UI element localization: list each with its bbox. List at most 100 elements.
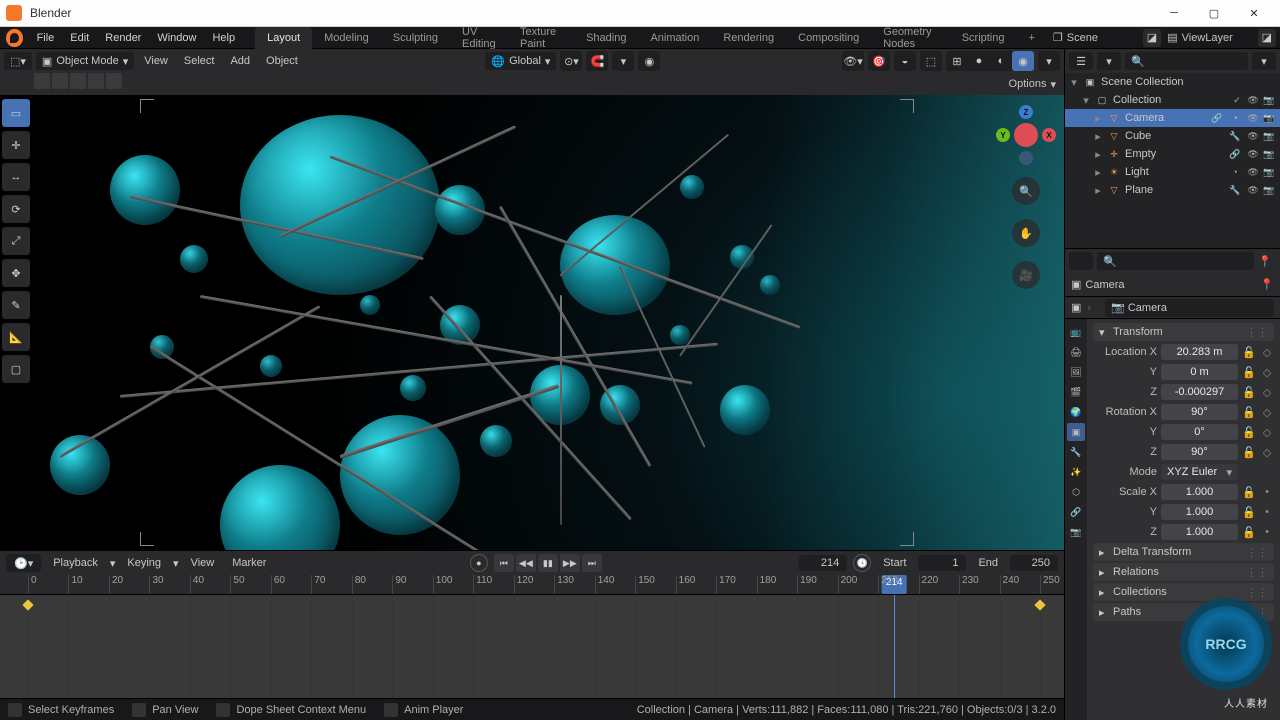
- pivot-point-dropdown[interactable]: ⊙▾: [560, 51, 582, 71]
- tab-scripting[interactable]: Scripting: [950, 27, 1017, 49]
- select-invert[interactable]: [88, 73, 104, 89]
- snap-element-dropdown[interactable]: ▾: [612, 51, 634, 71]
- camera-view-gizmo[interactable]: 🎥: [1012, 261, 1040, 289]
- tl-menu-view[interactable]: View: [185, 557, 221, 569]
- properties-search[interactable]: 🔍: [1097, 252, 1254, 270]
- anim-player-indicator[interactable]: Anim Player: [384, 703, 463, 717]
- select-subtract[interactable]: [70, 73, 86, 89]
- menu-window[interactable]: Window: [149, 27, 204, 48]
- properties-editor-type[interactable]: [1069, 252, 1093, 270]
- tool-scale[interactable]: ⤢: [2, 227, 30, 255]
- tool-transform[interactable]: ✥: [2, 259, 30, 287]
- ptab-constraint[interactable]: 🔗: [1067, 503, 1085, 521]
- ptab-object[interactable]: ▣: [1067, 423, 1085, 441]
- eye-icon[interactable]: 👁: [1246, 147, 1260, 161]
- tool-move[interactable]: ↔: [2, 163, 30, 191]
- ptab-output[interactable]: 🖨: [1067, 343, 1085, 361]
- tool-select-box[interactable]: ▭: [2, 99, 30, 127]
- tab-shading[interactable]: Shading: [574, 27, 638, 49]
- select-set[interactable]: [34, 73, 50, 89]
- pin-icon[interactable]: 📍: [1260, 278, 1274, 291]
- zoom-gizmo[interactable]: 🔍: [1012, 177, 1040, 205]
- tl-menu-marker[interactable]: Marker: [226, 557, 272, 569]
- viewport-menu-object[interactable]: Object: [260, 55, 304, 67]
- tab-geometry-nodes[interactable]: Geometry Nodes: [871, 27, 949, 49]
- proportional-edit-toggle[interactable]: ◉: [638, 51, 660, 71]
- ptab-physics[interactable]: ⬡: [1067, 483, 1085, 501]
- tab-texture-paint[interactable]: Texture Paint: [508, 27, 574, 49]
- panel-collections[interactable]: ▸Collections⋮⋮: [1093, 583, 1274, 601]
- panel-delta-transform[interactable]: ▸Delta Transform⋮⋮: [1093, 543, 1274, 561]
- tool-add-primitive[interactable]: ▢: [2, 355, 30, 383]
- use-preview-range[interactable]: 🕓: [853, 554, 871, 572]
- tab-rendering[interactable]: Rendering: [711, 27, 786, 49]
- select-intersect[interactable]: [106, 73, 122, 89]
- ptab-modifier[interactable]: 🔧: [1067, 443, 1085, 461]
- outliner-display-mode[interactable]: ☰: [1069, 52, 1093, 70]
- auto-keying-toggle[interactable]: ●: [470, 554, 488, 572]
- xray-toggle[interactable]: ⬚: [920, 51, 942, 71]
- ptab-viewlayer[interactable]: 🖼: [1067, 363, 1085, 381]
- play-forward-button[interactable]: ▶▶: [560, 554, 580, 572]
- menu-render[interactable]: Render: [97, 27, 149, 48]
- scene-new-button[interactable]: ◪: [1143, 29, 1161, 47]
- overlays-toggle[interactable]: ◒: [894, 51, 916, 71]
- ptab-particles[interactable]: ✨: [1067, 463, 1085, 481]
- blender-logo-icon[interactable]: [6, 29, 23, 47]
- tl-menu-playback[interactable]: Playback: [47, 557, 104, 569]
- timeline-ruler[interactable]: 214 010203040506070809010011012013014015…: [0, 575, 1064, 595]
- rotation-x-field[interactable]: 90°: [1161, 404, 1238, 420]
- tab-sculpting[interactable]: Sculpting: [381, 27, 450, 49]
- window-minimize-button[interactable]: ─: [1154, 0, 1194, 27]
- pan-gizmo[interactable]: ✋: [1012, 219, 1040, 247]
- start-frame-field[interactable]: 1: [918, 555, 966, 571]
- pause-button[interactable]: ▮▮: [538, 554, 558, 572]
- ptab-scene[interactable]: 🎬: [1067, 383, 1085, 401]
- panel-transform[interactable]: ▾Transform⋮⋮: [1093, 323, 1274, 341]
- menu-help[interactable]: Help: [204, 27, 243, 48]
- tab-compositing[interactable]: Compositing: [786, 27, 871, 49]
- viewport-menu-add[interactable]: Add: [224, 55, 256, 67]
- render-icon[interactable]: 📷: [1262, 147, 1276, 161]
- menu-edit[interactable]: Edit: [62, 27, 97, 48]
- tool-options-dropdown[interactable]: Options ▾: [1009, 73, 1056, 95]
- select-extend[interactable]: [52, 73, 68, 89]
- ptab-data[interactable]: 📷: [1067, 523, 1085, 541]
- exclude-icon[interactable]: ✓: [1230, 93, 1244, 107]
- viewport-3d-render[interactable]: ▭ ✛ ↔ ⟳ ⤢ ✥ ✎ 📐 ▢ Z Y X 🔍: [0, 95, 1064, 550]
- gizmo-toggle[interactable]: 🎯: [868, 51, 890, 71]
- data-name-field[interactable]: 📷 Camera: [1105, 299, 1274, 317]
- viewport-menu-view[interactable]: View: [138, 55, 174, 67]
- outliner-tree[interactable]: ▾ ▣ Scene Collection ▾ ▢ Collection ✓👁📷 …: [1065, 73, 1280, 248]
- menu-file[interactable]: File: [29, 27, 63, 48]
- tool-rotate[interactable]: ⟳: [2, 195, 30, 223]
- eye-icon[interactable]: 👁: [1246, 129, 1260, 143]
- lock-icon[interactable]: 🔓: [1242, 346, 1256, 359]
- outliner-view-type[interactable]: ▾: [1097, 52, 1121, 70]
- timeline-tracks[interactable]: [0, 595, 1064, 698]
- render-icon[interactable]: 📷: [1262, 93, 1276, 107]
- tool-annotate[interactable]: ✎: [2, 291, 30, 319]
- location-z-field[interactable]: -0.000297: [1161, 384, 1238, 400]
- render-icon[interactable]: 📷: [1262, 183, 1276, 197]
- eye-icon[interactable]: 👁: [1246, 183, 1260, 197]
- eye-icon[interactable]: 👁: [1246, 165, 1260, 179]
- nav-axis-gizmo[interactable]: Z Y X: [998, 107, 1054, 163]
- scale-x-field[interactable]: 1.000: [1161, 484, 1238, 500]
- visibility-dropdown[interactable]: 👁▾: [842, 51, 864, 71]
- tool-cursor[interactable]: ✛: [2, 131, 30, 159]
- viewlayer-new-button[interactable]: ◪: [1258, 29, 1276, 47]
- rotation-mode-dropdown[interactable]: XYZ Euler: [1161, 464, 1238, 480]
- window-maximize-button[interactable]: ▢: [1194, 0, 1234, 27]
- shading-wireframe[interactable]: ⊞: [946, 51, 968, 71]
- tool-measure[interactable]: 📐: [2, 323, 30, 351]
- render-icon[interactable]: 📷: [1262, 111, 1276, 125]
- keyframe-dot-icon[interactable]: ◇: [1260, 346, 1274, 359]
- pin-icon[interactable]: 📍: [1258, 255, 1276, 268]
- interaction-mode-dropdown[interactable]: ▣ Object Mode ▾: [36, 52, 134, 70]
- location-x-field[interactable]: 20.283 m: [1161, 344, 1238, 360]
- render-icon[interactable]: 📷: [1262, 129, 1276, 143]
- ptab-world[interactable]: 🌍: [1067, 403, 1085, 421]
- transform-orientation-dropdown[interactable]: 🌐 Global ▾: [485, 52, 556, 70]
- jump-to-end-button[interactable]: ⏭: [582, 554, 602, 572]
